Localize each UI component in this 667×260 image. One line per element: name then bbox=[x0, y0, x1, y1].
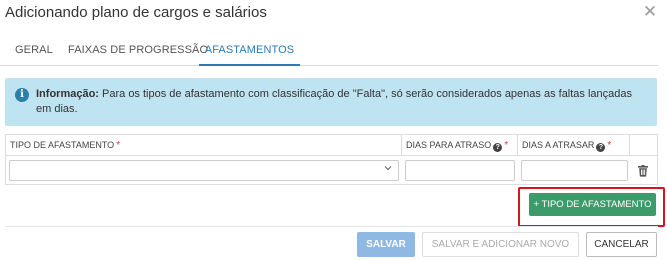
required-marker: * bbox=[504, 140, 509, 151]
save-button[interactable]: SALVAR bbox=[357, 232, 415, 257]
dias-para-atraso-input[interactable] bbox=[405, 160, 515, 181]
required-marker: * bbox=[116, 140, 121, 151]
table-header: TIPO DE AFASTAMENTO * DIAS PARA ATRASO? * … bbox=[6, 135, 657, 156]
cancel-button[interactable]: CANCELAR bbox=[586, 232, 657, 257]
save-and-add-new-button[interactable]: SALVAR E ADICIONAR NOVO bbox=[422, 232, 579, 257]
column-header-dias-a-atrasar: DIAS A ATRASAR? * bbox=[518, 135, 630, 156]
close-icon[interactable]: ✕ bbox=[641, 3, 659, 21]
tab-afastamentos[interactable]: AFASTAMENTOS bbox=[199, 38, 300, 66]
chevron-down-icon bbox=[384, 164, 392, 174]
info-text: Para os tipos de afastamento com classif… bbox=[36, 88, 633, 115]
tab-geral[interactable]: GERAL bbox=[15, 38, 53, 66]
help-icon[interactable]: ? bbox=[493, 143, 503, 152]
tab-faixas-de-progressao[interactable]: FAIXAS DE PROGRESSÃO bbox=[68, 38, 208, 66]
info-alert: i Informação: Para os tipos de afastamen… bbox=[5, 78, 657, 126]
column-header-dias-para-atraso: DIAS PARA ATRASO? * bbox=[402, 135, 518, 156]
afastamentos-table: TIPO DE AFASTAMENTO * DIAS PARA ATRASO? * … bbox=[5, 134, 658, 185]
required-marker: * bbox=[607, 140, 612, 151]
trash-icon[interactable] bbox=[638, 164, 648, 177]
tab-bar: GERAL FAIXAS DE PROGRESSÃO AFASTAMENTOS bbox=[0, 38, 658, 66]
help-icon[interactable]: ? bbox=[596, 143, 606, 152]
column-header-tipo-afastamento: TIPO DE AFASTAMENTO * bbox=[6, 135, 402, 156]
tipo-afastamento-select[interactable] bbox=[9, 160, 399, 181]
footer-divider bbox=[5, 226, 658, 227]
add-tipo-afastamento-button[interactable]: + TIPO DE AFASTAMENTO bbox=[529, 193, 656, 216]
dias-a-atrasar-input[interactable] bbox=[521, 160, 628, 181]
info-label: Informação: bbox=[36, 88, 99, 100]
info-message: Informação: Para os tipos de afastamento… bbox=[36, 87, 648, 117]
info-icon: i bbox=[15, 88, 29, 102]
dialog-title: Adicionando plano de cargos e salários bbox=[5, 4, 267, 21]
dialog-header: Adicionando plano de cargos e salários ✕ bbox=[0, 0, 667, 28]
